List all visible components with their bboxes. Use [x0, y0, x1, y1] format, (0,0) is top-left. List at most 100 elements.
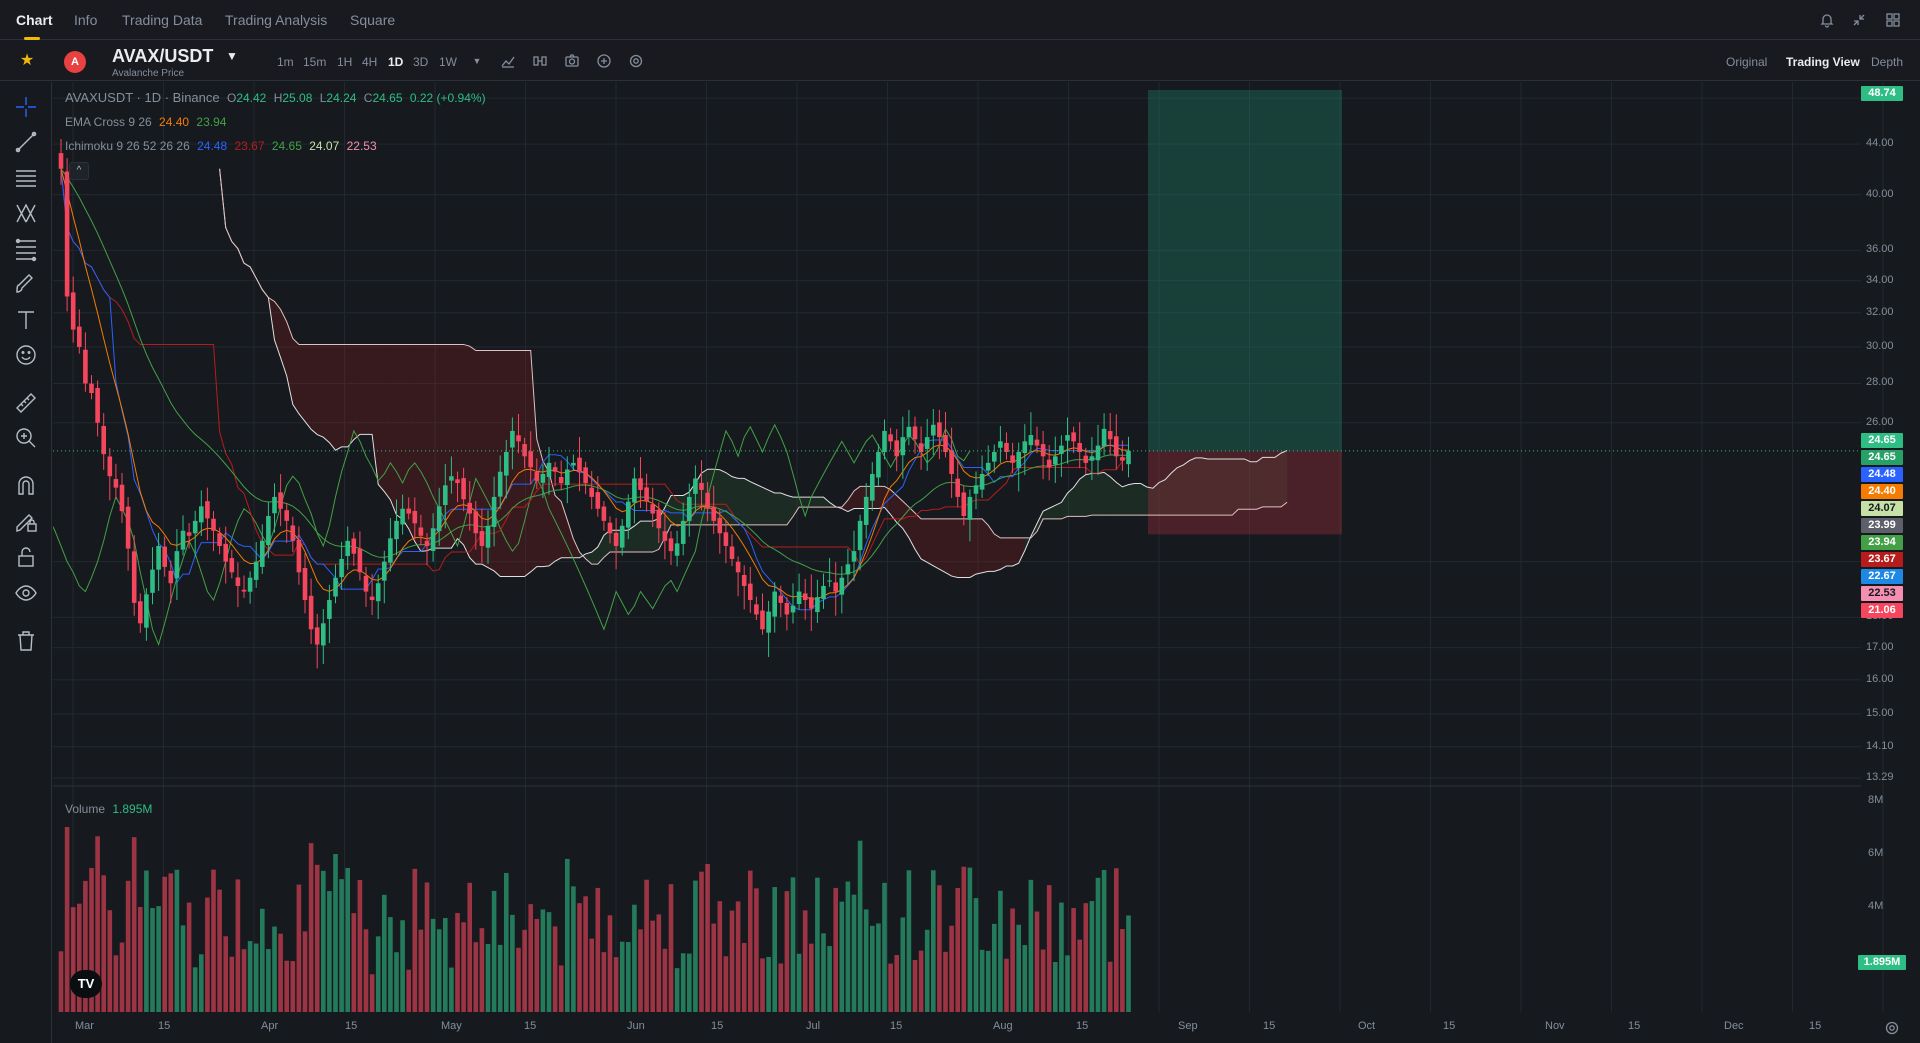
volume-bar	[827, 946, 832, 1012]
text-icon[interactable]	[13, 307, 39, 333]
cloud-segment	[768, 490, 775, 525]
candle-body	[314, 627, 320, 645]
pitchfork-icon[interactable]	[13, 200, 39, 226]
crosshair-icon[interactable]	[13, 94, 39, 120]
volume-bar	[809, 943, 814, 1012]
more-intervals-icon[interactable]: ▼	[469, 53, 485, 69]
tab-chart[interactable]: Chart	[16, 12, 53, 28]
compare-icon[interactable]	[532, 53, 548, 69]
interval-4h[interactable]: 4H	[362, 55, 377, 69]
volume-bar	[510, 914, 515, 1012]
candle-body	[827, 580, 832, 582]
candle-body	[528, 451, 533, 468]
ruler-icon[interactable]	[13, 390, 39, 416]
tab-trading-data[interactable]: Trading Data	[122, 12, 202, 28]
interval-1w[interactable]: 1W	[439, 55, 457, 69]
collapse-icon[interactable]	[1851, 12, 1867, 28]
cloud-segment	[323, 344, 330, 443]
candle-body	[138, 601, 143, 624]
volume-label: Volume	[65, 802, 106, 816]
chart-type-icon[interactable]	[500, 53, 516, 69]
lock-icon[interactable]	[13, 544, 39, 570]
volume-value: 1.895M	[112, 802, 153, 816]
cloud-segment	[817, 497, 824, 508]
volume-bar	[284, 960, 289, 1012]
brush-icon[interactable]	[13, 271, 39, 297]
cloud-segment	[744, 478, 751, 525]
view-trading-view[interactable]: Trading View	[1786, 55, 1860, 69]
symbol-pair[interactable]: AVAX/USDT	[112, 46, 213, 67]
grid-icon[interactable]	[1885, 12, 1901, 28]
volume-bar	[1004, 958, 1009, 1012]
pair-dropdown-icon[interactable]: ▼	[226, 49, 238, 63]
settings-gear-icon[interactable]	[1884, 1020, 1900, 1036]
candle-body	[784, 602, 790, 615]
volume-bar	[138, 906, 143, 1012]
candle-body	[516, 435, 521, 442]
volume-bar	[1053, 962, 1058, 1012]
candle-body	[296, 539, 302, 573]
volume-bar	[1046, 885, 1052, 1012]
trash-icon[interactable]	[13, 628, 39, 654]
zoom-in-icon[interactable]	[13, 425, 39, 451]
interval-1h[interactable]: 1H	[337, 55, 352, 69]
price-chart[interactable]	[53, 82, 1920, 1043]
cloud-segment	[353, 344, 360, 440]
camera-icon[interactable]	[564, 53, 580, 69]
candle-body	[992, 452, 997, 462]
emoji-icon[interactable]	[13, 342, 39, 368]
tradingview-logo-icon[interactable]: TV	[70, 970, 102, 998]
volume-bar	[638, 929, 643, 1012]
cloud-segment	[384, 344, 391, 500]
candle-body	[772, 591, 777, 617]
add-indicator-icon[interactable]	[596, 53, 612, 69]
candle-body	[1059, 445, 1064, 454]
candle-body	[668, 538, 674, 552]
candle-body	[430, 528, 436, 551]
interval-15m[interactable]: 15m	[303, 55, 326, 69]
symbol-subtitle[interactable]: Avalanche Price	[112, 68, 184, 79]
cloud-segment	[305, 344, 312, 430]
tab-square[interactable]: Square	[350, 12, 395, 28]
volume-bar	[125, 880, 131, 1012]
interval-3d[interactable]: 3D	[413, 55, 428, 69]
candle-body	[1126, 450, 1131, 465]
ichimoku-span-a: 24.07	[309, 139, 340, 153]
cloud-segment	[378, 344, 385, 492]
price-badge: 24.48	[1861, 467, 1903, 482]
settings-icon[interactable]	[628, 53, 644, 69]
cloud-segment	[811, 497, 818, 508]
favorite-star-icon[interactable]: ★	[18, 52, 36, 70]
trend-line-icon[interactable]	[13, 129, 39, 155]
magnet-icon[interactable]	[13, 473, 39, 499]
horizontal-lines-icon[interactable]	[13, 165, 39, 191]
tab-trading-analysis[interactable]: Trading Analysis	[225, 12, 327, 28]
price-badge: 24.40	[1861, 484, 1903, 499]
candle-body	[89, 383, 94, 394]
legend-collapse-button[interactable]: ^	[69, 162, 89, 180]
price-axis-label: 16.00	[1866, 672, 1894, 685]
volume-bar	[314, 864, 320, 1012]
view-depth[interactable]: Depth	[1871, 55, 1903, 69]
volume-bar	[211, 869, 216, 1012]
bell-icon[interactable]	[1819, 12, 1835, 28]
interval-1m[interactable]: 1m	[277, 55, 294, 69]
lock-drawing-icon[interactable]	[13, 509, 39, 535]
candle-body	[424, 540, 430, 546]
volume-bar	[473, 942, 479, 1012]
fib-retracement-icon[interactable]	[13, 236, 39, 262]
tab-info[interactable]: Info	[74, 12, 97, 28]
volume-bar	[363, 929, 369, 1012]
candle-body	[546, 462, 552, 477]
candle-body	[912, 426, 918, 440]
view-original[interactable]: Original	[1726, 55, 1767, 69]
volume-bar	[674, 968, 680, 1012]
cloud-segment	[793, 497, 800, 517]
volume-bar	[235, 879, 241, 1012]
candle-body	[418, 527, 424, 536]
time-axis-label: Oct	[1358, 1020, 1376, 1032]
candle-body	[260, 540, 265, 567]
volume-bar	[821, 933, 826, 1012]
interval-1d[interactable]: 1D	[388, 55, 403, 69]
eye-icon[interactable]	[13, 580, 39, 606]
